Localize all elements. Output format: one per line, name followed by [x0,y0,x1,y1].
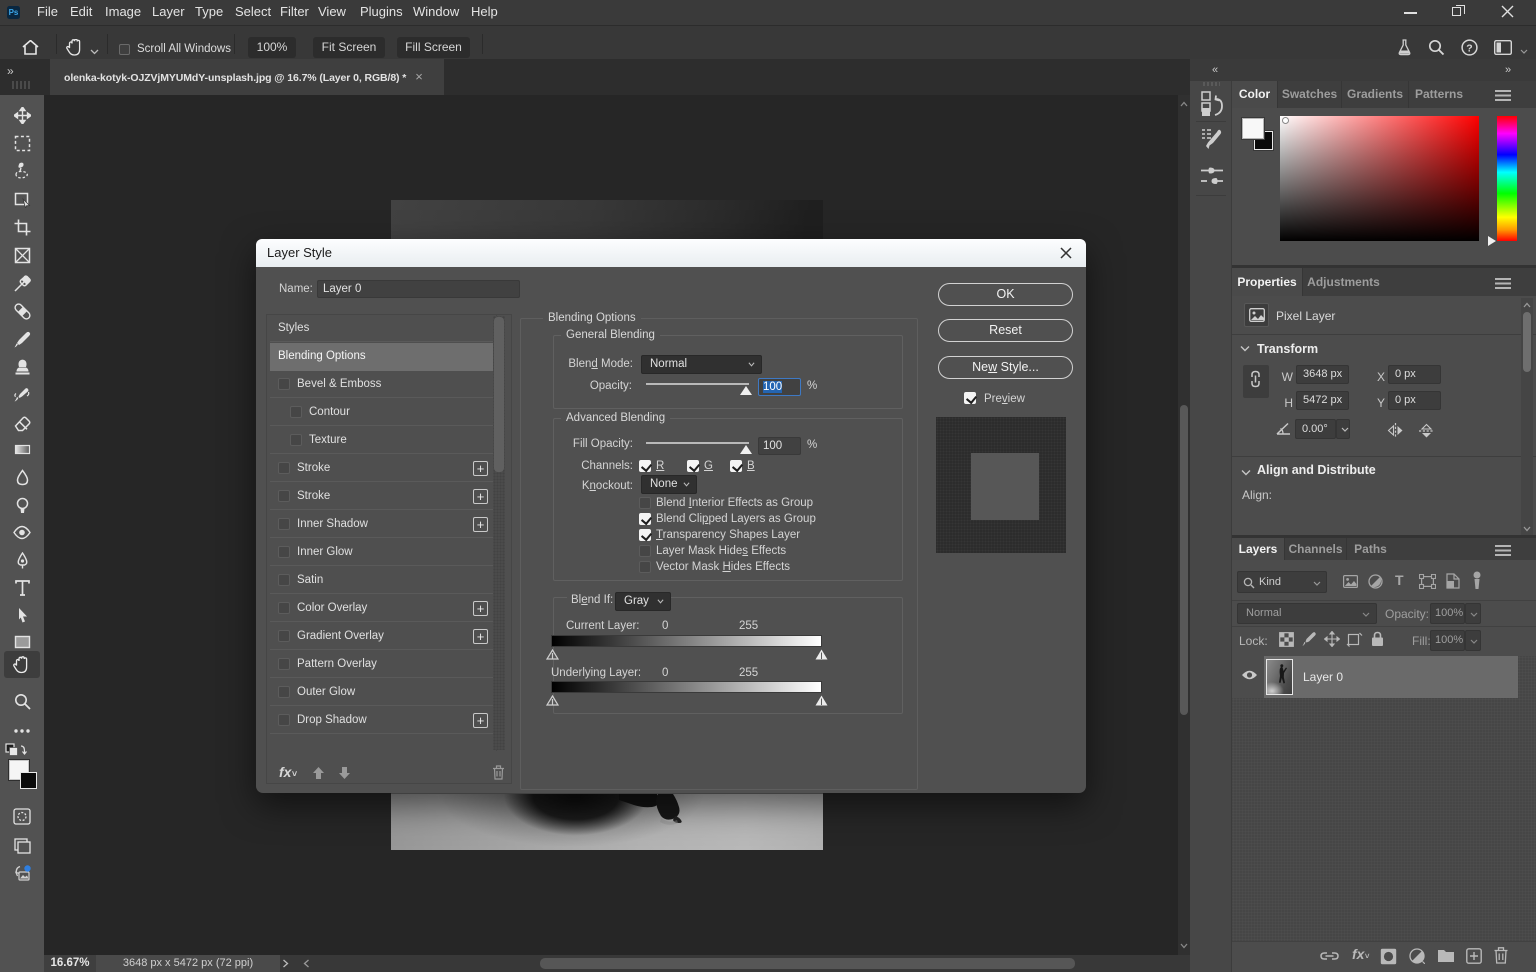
svg-text:?: ? [1466,42,1472,54]
